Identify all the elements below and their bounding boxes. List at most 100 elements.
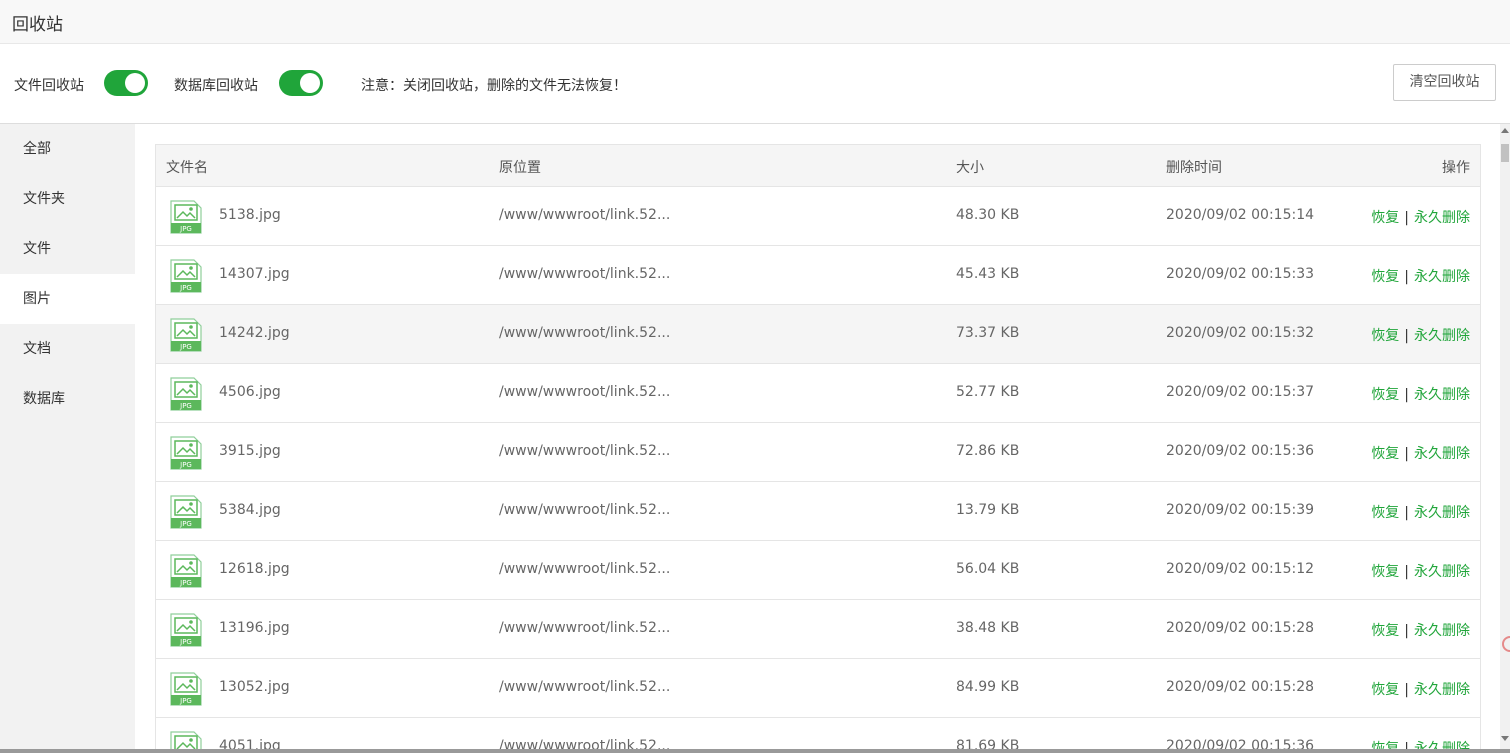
restore-link[interactable]: 恢复 xyxy=(1371,328,1399,344)
svg-text:JPG: JPG xyxy=(179,461,192,469)
svg-text:JPG: JPG xyxy=(179,520,192,528)
sidebar-item-documents[interactable]: 文档 xyxy=(0,324,135,374)
file-name: 13052.jpg xyxy=(219,679,290,695)
row-actions: 恢复 | 永久删除 xyxy=(1371,561,1470,581)
file-path: /www/wwwroot/link.52... xyxy=(499,325,671,341)
file-name: 14242.jpg xyxy=(219,325,290,341)
table-row[interactable]: JPG 3915.jpg/www/wwwroot/link.52... 72.86 … xyxy=(156,423,1480,482)
file-path: /www/wwwroot/link.52... xyxy=(499,207,671,223)
notice-text: 注意：关闭回收站，删除的文件无法恢复！ xyxy=(361,78,627,94)
table-row[interactable]: JPG 12618.jpg/www/wwwroot/link.52... 56.04… xyxy=(156,541,1480,600)
delete-time: 2020/09/02 00:15:33 xyxy=(1166,266,1315,282)
restore-link[interactable]: 恢复 xyxy=(1371,210,1399,226)
toolbar: 文件回收站 数据库回收站 注意：关闭回收站，删除的文件无法恢复！ 清空回收站 xyxy=(0,44,1510,124)
delete-time: 2020/09/02 00:15:32 xyxy=(1166,325,1315,341)
scroll-down-icon[interactable] xyxy=(1501,736,1509,741)
table-row[interactable]: JPG 13052.jpg/www/wwwroot/link.52... 84.99… xyxy=(156,659,1480,718)
row-actions: 恢复 | 永久删除 xyxy=(1371,266,1470,286)
file-size: 72.86 KB xyxy=(956,443,1020,459)
row-actions: 恢复 | 永久删除 xyxy=(1371,502,1470,522)
sidebar: 全部 文件夹 文件 图片 文档 数据库 xyxy=(0,124,135,753)
svg-text:JPG: JPG xyxy=(179,343,192,351)
row-actions: 恢复 | 永久删除 xyxy=(1371,325,1470,345)
col-name-header: 文件名 xyxy=(166,160,208,176)
separator: | xyxy=(1404,446,1409,462)
jpg-file-icon: JPG xyxy=(170,613,202,647)
separator: | xyxy=(1404,505,1409,521)
permanent-delete-link[interactable]: 永久删除 xyxy=(1414,269,1470,285)
col-size-header: 大小 xyxy=(956,160,984,176)
restore-link[interactable]: 恢复 xyxy=(1371,387,1399,403)
permanent-delete-link[interactable]: 永久删除 xyxy=(1414,387,1470,403)
table-row[interactable]: JPG 4506.jpg/www/wwwroot/link.52... 52.77 … xyxy=(156,364,1480,423)
permanent-delete-link[interactable]: 永久删除 xyxy=(1414,210,1470,226)
sidebar-item-folders[interactable]: 文件夹 xyxy=(0,174,135,224)
restore-link[interactable]: 恢复 xyxy=(1371,682,1399,698)
file-name: 4506.jpg xyxy=(219,384,281,400)
svg-text:JPG: JPG xyxy=(179,697,192,705)
file-size: 52.77 KB xyxy=(956,384,1020,400)
sidebar-item-files[interactable]: 文件 xyxy=(0,224,135,274)
svg-text:JPG: JPG xyxy=(179,225,192,233)
title-bar: 回收站 xyxy=(0,0,1510,44)
permanent-delete-link[interactable]: 永久删除 xyxy=(1414,328,1470,344)
file-size: 38.48 KB xyxy=(956,620,1020,636)
permanent-delete-link[interactable]: 永久删除 xyxy=(1414,682,1470,698)
file-name: 5384.jpg xyxy=(219,502,281,518)
file-path: /www/wwwroot/link.52... xyxy=(499,266,671,282)
svg-text:JPG: JPG xyxy=(179,284,192,292)
delete-time: 2020/09/02 00:15:14 xyxy=(1166,207,1315,223)
db-recycle-label: 数据库回收站 xyxy=(174,78,258,94)
svg-text:JPG: JPG xyxy=(179,402,192,410)
jpg-file-icon: JPG xyxy=(170,495,202,529)
jpg-file-icon: JPG xyxy=(170,259,202,293)
table-row[interactable]: JPG 5138.jpg/www/wwwroot/link.52... 48.30 … xyxy=(156,187,1480,246)
file-name: 14307.jpg xyxy=(219,266,290,282)
clear-recycle-button[interactable]: 清空回收站 xyxy=(1393,64,1496,101)
row-actions: 恢复 | 永久删除 xyxy=(1371,620,1470,640)
window-title: 回收站 xyxy=(12,15,63,35)
file-path: /www/wwwroot/link.52... xyxy=(499,502,671,518)
table-row[interactable]: JPG 14242.jpg/www/wwwroot/link.52... 73.37… xyxy=(156,305,1480,364)
scroll-thumb[interactable] xyxy=(1501,144,1509,162)
restore-link[interactable]: 恢复 xyxy=(1371,505,1399,521)
sidebar-item-database[interactable]: 数据库 xyxy=(0,374,135,424)
permanent-delete-link[interactable]: 永久删除 xyxy=(1414,564,1470,580)
table-row[interactable]: JPG 13196.jpg/www/wwwroot/link.52... 38.48… xyxy=(156,600,1480,659)
toggle-knob xyxy=(300,73,320,93)
separator: | xyxy=(1404,682,1409,698)
jpg-file-icon: JPG xyxy=(170,318,202,352)
col-path-header: 原位置 xyxy=(499,160,541,176)
separator: | xyxy=(1404,210,1409,226)
db-recycle-toggle[interactable] xyxy=(279,70,323,96)
permanent-delete-link[interactable]: 永久删除 xyxy=(1414,446,1470,462)
svg-text:JPG: JPG xyxy=(179,579,192,587)
restore-link[interactable]: 恢复 xyxy=(1371,446,1399,462)
col-ops-header: 操作 xyxy=(1442,160,1470,176)
sidebar-item-all[interactable]: 全部 xyxy=(0,124,135,174)
restore-link[interactable]: 恢复 xyxy=(1371,564,1399,580)
separator: | xyxy=(1404,623,1409,639)
delete-time: 2020/09/02 00:15:37 xyxy=(1166,384,1315,400)
vertical-scrollbar[interactable] xyxy=(1500,124,1510,753)
table-body: JPG 5138.jpg/www/wwwroot/link.52... 48.30 … xyxy=(156,187,1480,753)
table-row[interactable]: JPG 5384.jpg/www/wwwroot/link.52... 13.79 … xyxy=(156,482,1480,541)
file-size: 45.43 KB xyxy=(956,266,1020,282)
delete-time: 2020/09/02 00:15:28 xyxy=(1166,679,1315,695)
permanent-delete-link[interactable]: 永久删除 xyxy=(1414,623,1470,639)
scroll-up-icon[interactable] xyxy=(1501,128,1509,133)
table-row[interactable]: JPG4051.jpg/www/wwwroot/link.52...81.69 … xyxy=(156,718,1480,753)
table-row[interactable]: JPG 14307.jpg/www/wwwroot/link.52... 45.43… xyxy=(156,246,1480,305)
file-path: /www/wwwroot/link.52... xyxy=(499,384,671,400)
permanent-delete-link[interactable]: 永久删除 xyxy=(1414,505,1470,521)
file-recycle-toggle[interactable] xyxy=(104,70,148,96)
jpg-file-icon: JPG xyxy=(170,672,202,706)
file-path: /www/wwwroot/link.52... xyxy=(499,620,671,636)
svg-text:JPG: JPG xyxy=(179,638,192,646)
bottom-border xyxy=(0,749,1510,753)
restore-link[interactable]: 恢复 xyxy=(1371,623,1399,639)
separator: | xyxy=(1404,564,1409,580)
restore-link[interactable]: 恢复 xyxy=(1371,269,1399,285)
sidebar-item-images[interactable]: 图片 xyxy=(0,274,135,324)
separator: | xyxy=(1404,269,1409,285)
